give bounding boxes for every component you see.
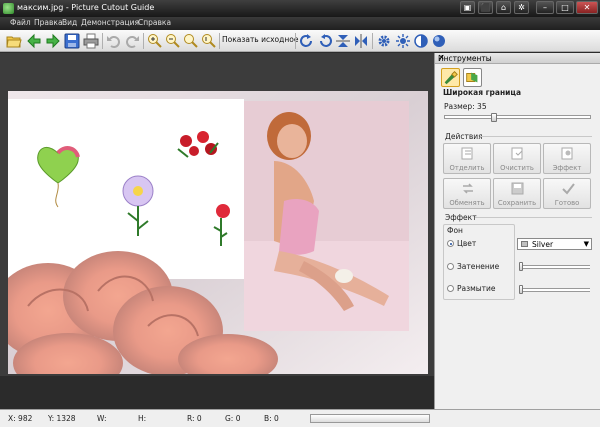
status-x: X: 982 xyxy=(8,414,33,423)
blur-radio[interactable] xyxy=(447,285,454,292)
minimize-button[interactable]: – xyxy=(536,1,554,14)
shading-radio[interactable] xyxy=(447,263,454,270)
status-bar: X: 982 Y: 1328 W: H: R: 0 G: 0 B: 0 xyxy=(0,409,600,427)
shading-radio-label: Затенение xyxy=(457,262,500,271)
app-icon xyxy=(3,3,14,14)
save-result-button[interactable]: Сохранить xyxy=(493,178,541,209)
progress-bar xyxy=(310,414,430,423)
info-window-button[interactable]: ⬛ xyxy=(478,1,493,14)
swap-icon xyxy=(463,183,473,194)
color-select-value: Silver xyxy=(532,240,554,249)
size-slider-track[interactable] xyxy=(444,115,591,119)
forward-icon[interactable] xyxy=(45,33,61,49)
clear-label: Очистить xyxy=(500,164,534,172)
blur-radio-label: Размытие xyxy=(457,284,496,293)
close-button[interactable]: ✕ xyxy=(576,1,598,14)
status-r: R: 0 xyxy=(187,414,202,423)
zoom-fit-icon[interactable] xyxy=(183,33,199,49)
open-icon[interactable] xyxy=(6,33,22,49)
contrast-icon[interactable] xyxy=(413,33,429,49)
edited-photo xyxy=(8,91,428,374)
effect-icon xyxy=(561,147,573,160)
blur-slider-track[interactable] xyxy=(521,288,590,292)
settings-icon[interactable] xyxy=(376,33,392,49)
brush-tool-icon[interactable] xyxy=(441,68,460,87)
color-radio[interactable] xyxy=(447,240,454,247)
shading-slider-track[interactable] xyxy=(521,265,590,269)
portrait-photo xyxy=(244,101,409,331)
home-window-button[interactable]: ⌂ xyxy=(496,1,511,14)
menu-demo[interactable]: Демонстрация xyxy=(81,18,139,27)
chevron-down-icon: ▼ xyxy=(583,240,589,248)
rotate-left-icon[interactable] xyxy=(317,33,333,49)
effect-button[interactable]: Эффект xyxy=(543,143,591,174)
color-icon[interactable] xyxy=(431,33,447,49)
save-icon[interactable] xyxy=(64,33,80,49)
eraser-tool-icon[interactable] xyxy=(463,68,482,87)
brightness-icon[interactable] xyxy=(395,33,411,49)
zoom-out-icon[interactable] xyxy=(165,33,181,49)
save-result-label: Сохранить xyxy=(497,199,537,207)
done-label: Готово xyxy=(554,199,580,207)
separate-label: Отделить xyxy=(449,164,485,172)
status-g: G: 0 xyxy=(225,414,241,423)
tools-panel-header: Инструменты ✕ xyxy=(435,53,600,64)
background-title: Фон xyxy=(447,226,463,235)
title-bar: максим.jpg - Picture Cutout Guide ▣ ⬛ ⌂ … xyxy=(0,0,600,17)
menu-bar: Файл Правка Вид Демонстрация Справка xyxy=(0,17,600,30)
shading-slider-thumb[interactable] xyxy=(519,262,523,271)
redo-icon[interactable] xyxy=(124,33,140,49)
status-y: Y: 1328 xyxy=(48,414,76,423)
color-select[interactable]: Silver ▼ xyxy=(517,238,592,250)
menu-edit[interactable]: Правка xyxy=(34,18,63,27)
zoom-in-icon[interactable] xyxy=(147,33,163,49)
size-label: Размер: 35 xyxy=(444,102,487,111)
window-title: максим.jpg - Picture Cutout Guide xyxy=(17,3,155,12)
menu-help[interactable]: Справка xyxy=(138,18,171,27)
color-swatch xyxy=(521,241,528,247)
flip-horizontal-icon[interactable] xyxy=(353,33,369,49)
status-b: B: 0 xyxy=(264,414,279,423)
blur-slider-thumb[interactable] xyxy=(519,285,523,294)
effect-label: Эффект xyxy=(552,164,582,172)
show-original-button[interactable]: Показать исходное xyxy=(222,35,298,44)
undo-icon[interactable] xyxy=(106,33,122,49)
flip-vertical-icon[interactable] xyxy=(335,33,351,49)
checkmark-icon xyxy=(562,183,575,195)
done-button[interactable]: Готово xyxy=(543,178,591,209)
tool-section-title: Широкая граница xyxy=(443,88,522,97)
separate-button[interactable]: Отделить xyxy=(443,143,491,174)
color-radio-label: Цвет xyxy=(457,239,477,248)
size-slider-thumb[interactable] xyxy=(491,113,497,122)
menu-view[interactable]: Вид xyxy=(62,18,77,27)
canvas-bottom-band xyxy=(0,376,434,409)
print-icon[interactable] xyxy=(83,33,99,49)
effect-section-title: Эффект xyxy=(445,213,477,222)
actions-section-title: Действия xyxy=(445,132,483,141)
rotate-right-icon[interactable] xyxy=(299,33,315,49)
status-h: H: xyxy=(138,414,147,423)
maximize-button[interactable]: □ xyxy=(556,1,574,14)
menu-file[interactable]: Файл xyxy=(10,18,31,27)
toolbar: Показать исходное xyxy=(0,30,600,52)
save-result-icon xyxy=(511,182,524,195)
swap-button[interactable]: Обменять xyxy=(443,178,491,209)
zoom-actual-icon[interactable] xyxy=(201,33,217,49)
swap-label: Обменять xyxy=(449,199,485,207)
clear-icon xyxy=(511,147,523,160)
clear-button[interactable]: Очистить xyxy=(493,143,541,174)
help-window-button[interactable]: ▣ xyxy=(460,1,475,14)
separate-icon xyxy=(461,147,473,160)
gear-window-button[interactable]: ✲ xyxy=(514,1,529,14)
back-icon[interactable] xyxy=(26,33,42,49)
status-w: W: xyxy=(97,414,107,423)
close-panel-icon[interactable]: ✕ xyxy=(438,53,597,62)
